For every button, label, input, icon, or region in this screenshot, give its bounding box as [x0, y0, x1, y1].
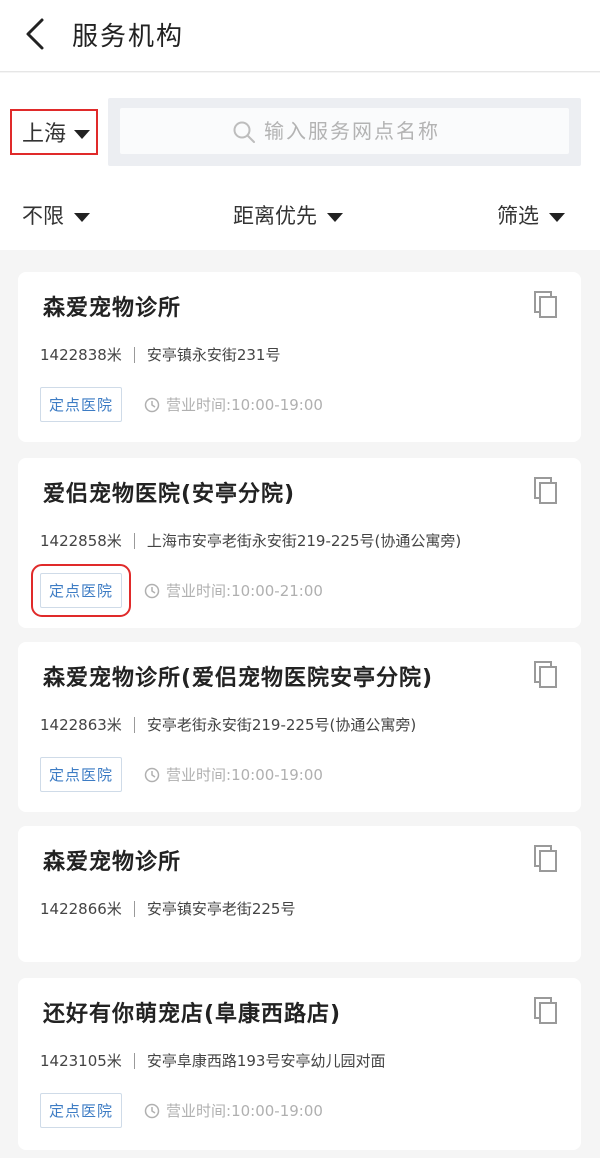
- institution-name: 森爱宠物诊所: [43, 296, 182, 321]
- city-select[interactable]: 上海: [10, 109, 98, 155]
- business-hours: 营业时间:10:00-19:00: [166, 1102, 323, 1120]
- clock-icon: [144, 767, 160, 782]
- divider: [133, 532, 135, 549]
- tag-row: 定点医院 营业时间:10:00-21:00: [30, 564, 323, 617]
- tag-row: 定点医院 营业时间:10:00-19:00: [40, 1093, 323, 1128]
- divider: [133, 1052, 135, 1069]
- search-bar: 上海: [0, 73, 600, 178]
- search-field[interactable]: [120, 108, 569, 154]
- filter-distance-label: 距离优先: [233, 204, 317, 228]
- search-box: [108, 98, 581, 166]
- copy-icon[interactable]: [533, 844, 559, 874]
- search-icon: [233, 121, 255, 143]
- designated-hospital-tag: 定点医院: [40, 1093, 123, 1128]
- distance: 1423105米: [40, 1052, 122, 1070]
- business-hours: 营业时间:10:00-21:00: [166, 582, 323, 600]
- institution-meta: 1422866米 安亭镇安亭老街225号: [40, 898, 295, 919]
- institution-meta: 1423105米 安亭阜康西路193号安亭幼儿园对面: [40, 1050, 385, 1071]
- institution-card[interactable]: 森爱宠物诊所 1422866米 安亭镇安亭老街225号: [18, 826, 581, 962]
- caret-down-icon: [549, 212, 565, 222]
- filter-distance[interactable]: 距离优先: [233, 200, 343, 230]
- designated-hospital-tag: 定点医院: [30, 564, 132, 617]
- institution-meta: 1422838米 安亭镇永安街231号: [40, 344, 280, 365]
- top-bar: 服务机构: [0, 0, 600, 72]
- filter-screen-label: 筛选: [497, 204, 539, 228]
- institution-name: 森爱宠物诊所: [43, 850, 182, 875]
- institution-meta: 1422858米 上海市安亭老街永安街219-225号(协通公寓旁): [40, 530, 461, 551]
- business-hours: 营业时间:10:00-19:00: [166, 766, 323, 784]
- address: 安亭镇安亭老街225号: [146, 900, 296, 918]
- filter-screen[interactable]: 筛选: [497, 200, 565, 230]
- chevron-left-icon[interactable]: [22, 16, 50, 52]
- institution-card[interactable]: 森爱宠物诊所 1422838米 安亭镇永安街231号 定点医院 营业时间:10:…: [18, 272, 581, 442]
- search-input[interactable]: [264, 116, 554, 146]
- tag-row: 定点医院 营业时间:10:00-19:00: [40, 757, 323, 792]
- institution-name: 爱侣宠物医院(安亭分院): [43, 482, 296, 507]
- institution-card[interactable]: 爱侣宠物医院(安亭分院) 1422858米 上海市安亭老街永安街219-225号…: [18, 458, 581, 628]
- address: 上海市安亭老街永安街219-225号(协通公寓旁): [146, 532, 462, 550]
- distance: 1422866米: [40, 900, 122, 918]
- caret-down-icon: [74, 129, 91, 139]
- divider: [133, 900, 135, 917]
- designated-hospital-tag: 定点医院: [40, 757, 123, 792]
- filter-bar: 不限 距离优先 筛选: [0, 178, 600, 250]
- tag-row: 定点医院 营业时间:10:00-19:00: [40, 387, 323, 422]
- address: 安亭阜康西路193号安亭幼儿园对面: [146, 1052, 386, 1070]
- institution-name: 还好有你萌宠店(阜康西路店): [43, 1002, 342, 1027]
- address: 安亭老街永安街219-225号(协通公寓旁): [146, 716, 417, 734]
- copy-icon[interactable]: [533, 290, 559, 320]
- copy-icon[interactable]: [533, 996, 559, 1026]
- clock-icon: [144, 397, 160, 412]
- institution-card[interactable]: 还好有你萌宠店(阜康西路店) 1423105米 安亭阜康西路193号安亭幼儿园对…: [18, 978, 581, 1150]
- institution-card[interactable]: 森爱宠物诊所(爱侣宠物医院安亭分院) 1422863米 安亭老街永安街219-2…: [18, 642, 581, 812]
- distance: 1422838米: [40, 346, 122, 364]
- copy-icon[interactable]: [533, 660, 559, 690]
- divider: [133, 346, 135, 363]
- filter-unlimited-label: 不限: [22, 204, 64, 228]
- clock-icon: [144, 1103, 160, 1118]
- caret-down-icon: [327, 212, 343, 222]
- business-hours: 营业时间:10:00-19:00: [166, 396, 323, 414]
- page-title: 服务机构: [72, 22, 185, 52]
- institution-name: 森爱宠物诊所(爱侣宠物医院安亭分院): [43, 666, 434, 691]
- distance: 1422863米: [40, 716, 122, 734]
- institution-meta: 1422863米 安亭老街永安街219-225号(协通公寓旁): [40, 714, 416, 735]
- clock-icon: [144, 583, 160, 598]
- address: 安亭镇永安街231号: [146, 346, 281, 364]
- divider: [133, 716, 135, 733]
- city-label: 上海: [22, 122, 67, 147]
- designated-hospital-tag: 定点医院: [40, 387, 123, 422]
- distance: 1422858米: [40, 532, 122, 550]
- filter-unlimited[interactable]: 不限: [22, 200, 90, 230]
- caret-down-icon: [74, 212, 90, 222]
- copy-icon[interactable]: [533, 476, 559, 506]
